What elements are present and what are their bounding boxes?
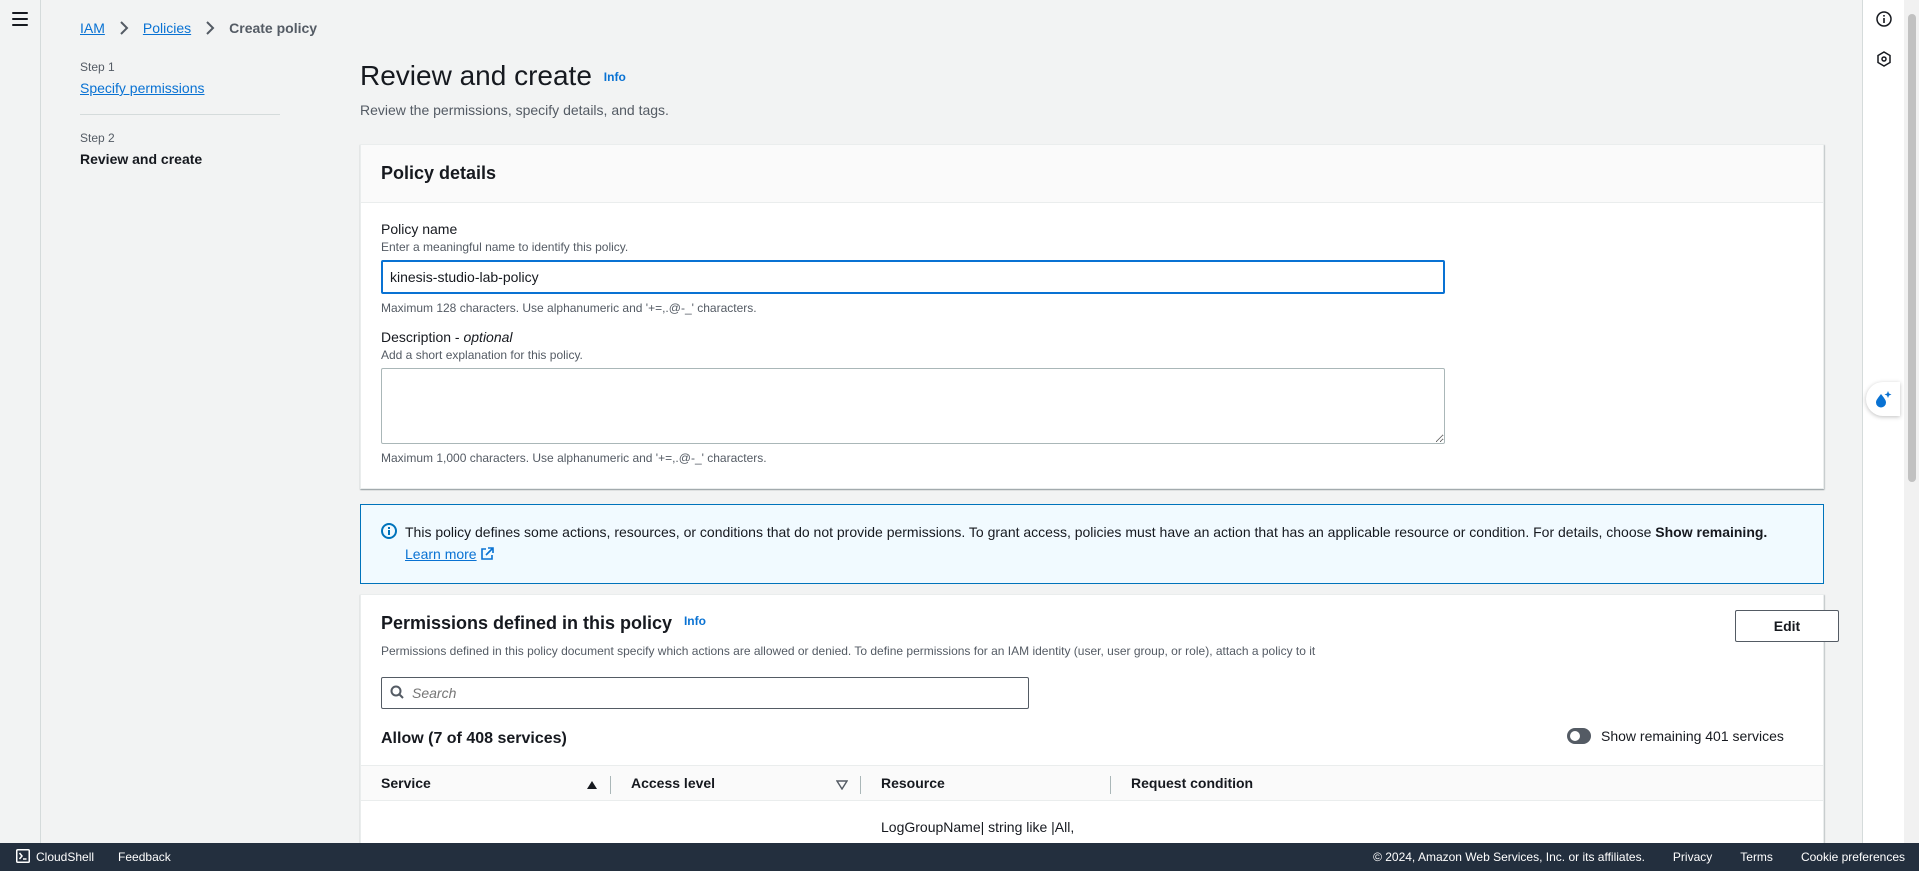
permissions-info-link[interactable]: Info xyxy=(684,614,706,628)
description-textarea[interactable] xyxy=(381,368,1445,444)
footer-right: © 2024, Amazon Web Services, Inc. or its… xyxy=(1373,850,1919,864)
breadcrumb-iam[interactable]: IAM xyxy=(80,20,105,36)
permissions-container: Permissions defined in this policy Info … xyxy=(360,594,1839,843)
info-icon[interactable] xyxy=(1876,11,1892,27)
permissions-description: Permissions defined in this policy docum… xyxy=(381,644,1316,658)
allow-services-heading: Allow (7 of 408 services) xyxy=(381,730,567,747)
description-help: Add a short explanation for this policy. xyxy=(381,348,583,362)
search-icon xyxy=(390,685,404,702)
sort-icon[interactable] xyxy=(835,777,849,793)
page-header: Review and create Info Review the permis… xyxy=(360,60,669,118)
column-divider xyxy=(1110,776,1111,794)
navigation-rail xyxy=(0,0,41,843)
column-request-condition: Request condition xyxy=(1131,775,1254,791)
learn-more-label: Learn more xyxy=(405,546,477,562)
sort-ascending-icon[interactable] xyxy=(586,777,598,793)
column-divider xyxy=(860,776,861,794)
policy-name-constraint: Maximum 128 characters. Use alphanumeric… xyxy=(381,301,757,315)
settings-hexagon-icon[interactable] xyxy=(1876,51,1892,67)
breadcrumb-current: Create policy xyxy=(229,20,318,36)
info-alert: This policy defines some actions, resour… xyxy=(360,504,1824,584)
info-link[interactable]: Info xyxy=(604,70,626,84)
step-2-label: Step 2 xyxy=(80,131,115,145)
search-input[interactable] xyxy=(412,685,1012,701)
description-label-text: Description xyxy=(381,329,452,345)
learn-more-link[interactable]: Learn more xyxy=(405,546,477,562)
alert-text: This policy defines some actions, resour… xyxy=(405,521,1775,583)
column-service[interactable]: Service xyxy=(381,775,431,791)
edit-button[interactable]: Edit xyxy=(1735,610,1839,642)
cloudshell-label: CloudShell xyxy=(36,850,95,864)
optional-text: optional xyxy=(463,329,513,345)
page-title: Review and create xyxy=(360,60,592,91)
chevron-right-icon xyxy=(113,20,135,36)
alert-message: This policy defines some actions, resour… xyxy=(405,524,1656,540)
wizard-steps: Step 1 Specify permissions Step 2 Review… xyxy=(80,60,280,167)
tools-rail xyxy=(1862,0,1904,843)
policy-details-container: Policy details Policy name Enter a meani… xyxy=(360,144,1824,489)
info-circle-icon xyxy=(381,523,397,583)
table-header: Service Access level Resource Request co… xyxy=(361,765,1823,801)
resource-cell: LogGroupName| string like |All, xyxy=(881,819,1075,835)
scrollbar[interactable] xyxy=(1904,0,1919,843)
terms-link[interactable]: Terms xyxy=(1740,850,1773,864)
policy-details-title: Policy details xyxy=(361,145,1823,203)
page-description: Review the permissions, specify details,… xyxy=(360,102,669,118)
toggle-label: Show remaining 401 services xyxy=(1601,728,1784,744)
column-resource: Resource xyxy=(881,775,945,791)
amazon-q-icon[interactable] xyxy=(1866,382,1900,416)
description-optional-separator: - xyxy=(451,329,464,345)
step-review-and-create: Review and create xyxy=(80,151,203,167)
permissions-title: Permissions defined in this policy xyxy=(381,613,673,633)
column-access-level[interactable]: Access level xyxy=(631,775,715,791)
cloudshell-button[interactable]: CloudShell xyxy=(16,848,95,866)
cookie-preferences-link[interactable]: Cookie preferences xyxy=(1801,850,1905,864)
feedback-link[interactable]: Feedback xyxy=(118,850,171,864)
show-remaining-toggle[interactable]: Show remaining 401 services xyxy=(1567,728,1784,744)
scrollbar-thumb[interactable] xyxy=(1908,14,1916,482)
toggle-switch[interactable] xyxy=(1567,728,1591,744)
terminal-icon xyxy=(16,848,30,866)
policy-name-description: Enter a meaningful name to identify this… xyxy=(381,240,629,254)
chevron-right-icon xyxy=(199,20,221,36)
description-constraint: Maximum 1,000 characters. Use alphanumer… xyxy=(381,451,767,465)
step-specify-permissions-link[interactable]: Specify permissions xyxy=(80,80,280,96)
footer: CloudShell Feedback © 2024, Amazon Web S… xyxy=(0,843,1919,871)
alert-bold-text: Show remaining. xyxy=(1655,524,1768,540)
menu-icon[interactable] xyxy=(12,12,28,26)
step-divider xyxy=(80,114,280,115)
breadcrumb: IAM Policies Create policy xyxy=(80,20,317,36)
privacy-link[interactable]: Privacy xyxy=(1673,850,1712,864)
breadcrumb-policies[interactable]: Policies xyxy=(143,20,191,36)
external-link-icon xyxy=(480,546,495,562)
description-label: Description - optional xyxy=(381,329,1803,345)
copyright-text: © 2024, Amazon Web Services, Inc. or its… xyxy=(1373,850,1645,864)
step-1-label: Step 1 xyxy=(80,60,115,74)
search-box[interactable] xyxy=(381,677,1029,709)
column-divider xyxy=(610,776,611,794)
policy-name-label: Policy name xyxy=(381,221,458,237)
policy-name-input[interactable] xyxy=(381,260,1445,294)
